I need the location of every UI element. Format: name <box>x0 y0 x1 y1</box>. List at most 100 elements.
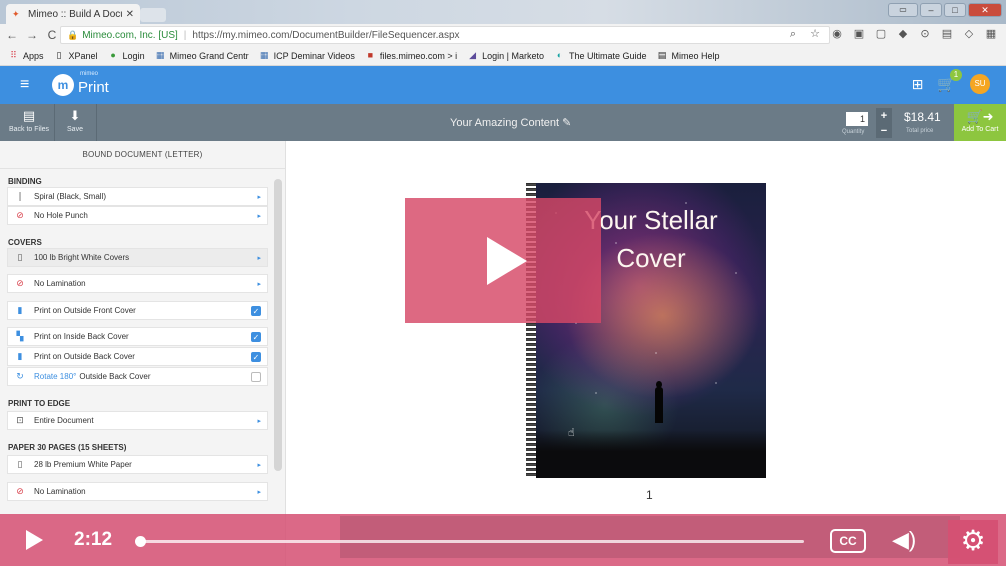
add-to-cart-button[interactable]: 🛒➜ Add To Cart <box>954 104 1006 141</box>
extension-icons: ⌕ ☆ ◉ ▣ ▢ ◆ ⊙ ▤ ◇ ▦ ⋮ <box>786 27 1006 41</box>
total-price-label: Total price <box>906 128 934 134</box>
quantity-input[interactable]: 1 <box>846 112 868 126</box>
cart-icon[interactable]: 🛒 1 <box>937 69 962 93</box>
reload-icon[interactable]: C <box>44 28 60 42</box>
extension-screen-icon[interactable]: ▤ <box>940 27 954 41</box>
chart-bars-icon: ◢ <box>469 50 477 60</box>
closed-captions-button[interactable]: CC <box>830 529 866 553</box>
option-paper-lamination[interactable]: ⊘ No Lamination ▸ <box>7 482 268 501</box>
bookmark-marketo[interactable]: ◢ Login | Marketo <box>467 50 544 61</box>
option-hole-punch[interactable]: ⊘ No Hole Punch ▸ <box>7 206 268 225</box>
video-progress-handle[interactable] <box>135 536 146 547</box>
option-label: Outside Back Cover <box>79 372 151 381</box>
extension-page-icon[interactable]: ▦ <box>984 27 998 41</box>
chevron-right-icon: ▸ <box>257 212 261 220</box>
no-entry-icon: ⊘ <box>16 486 24 496</box>
new-tab-button[interactable] <box>140 8 166 22</box>
chevron-right-icon: ▸ <box>257 280 261 288</box>
panel-scrollbar[interactable] <box>274 179 282 471</box>
option-rotate-back-cover[interactable]: ↻ Rotate 180° Outside Back Cover <box>7 367 268 386</box>
quantity-minus-button[interactable]: − <box>881 125 887 137</box>
back-arrow-icon[interactable]: ← <box>4 28 20 42</box>
help-doc-icon: ▤ <box>657 50 667 60</box>
bookmark-label: Mimeo Help <box>671 50 720 61</box>
close-window-icon[interactable]: ✕ <box>968 3 1002 17</box>
user-avatar[interactable]: SU <box>970 74 990 94</box>
omnibox[interactable]: 🔒 Mimeo.com, Inc. [US] | https://my.mime… <box>60 26 830 44</box>
bookmark-files-mimeo[interactable]: ■ files.mimeo.com > i <box>365 50 458 61</box>
secure-origin: Mimeo.com, Inc. [US] <box>82 29 178 41</box>
bookmark-star-icon[interactable]: ☆ <box>808 27 822 41</box>
spiral-icon: ❘ <box>16 191 24 201</box>
quantity-plus-button[interactable]: + <box>881 110 887 122</box>
pencil-edit-icon[interactable]: ✎ <box>562 117 571 129</box>
bookmark-label: files.mimeo.com > i <box>379 50 458 61</box>
option-label: 100 lb Bright White Covers <box>34 253 130 262</box>
section-paper: PAPER 30 PAGES (15 SHEETS) <box>8 443 127 452</box>
option-cover-lamination[interactable]: ⊘ No Lamination ▸ <box>7 274 268 293</box>
silhouette-body <box>655 387 663 423</box>
save-button[interactable]: ⬇ Save <box>60 108 90 133</box>
mimeo-print-logo[interactable]: m mimeo Print <box>52 71 109 96</box>
save-label: Save <box>67 126 83 133</box>
bookmark-xpanel[interactable]: ▯ XPanel <box>54 50 98 61</box>
option-outside-front-cover[interactable]: ▮ Print on Outside Front Cover ✓ <box>7 301 268 320</box>
maximize-icon[interactable]: □ <box>944 3 966 17</box>
bookmark-mimeo-help[interactable]: ▤ Mimeo Help <box>657 50 720 61</box>
option-spiral-binding[interactable]: ❘ Spiral (Black, Small) ▸ <box>7 187 268 206</box>
extension-box-icon[interactable]: ▢ <box>874 27 888 41</box>
add-to-cart-label: Add To Cart <box>961 126 999 133</box>
bookmark-label: The Ultimate Guide <box>568 50 647 61</box>
hamburger-menu-icon[interactable]: ≡ <box>20 77 29 93</box>
option-print-to-edge[interactable]: ⊡ Entire Document ▸ <box>7 411 268 430</box>
volume-icon[interactable]: ◀) <box>892 526 916 554</box>
bookmark-ultimate-guide[interactable]: ◐ The Ultimate Guide <box>554 50 647 61</box>
apps-grid-icon[interactable]: ⊞ <box>912 76 924 93</box>
browser-tab[interactable]: ✦ Mimeo :: Build A Docume ✕ <box>6 4 140 24</box>
cart-count-badge: 1 <box>950 69 962 81</box>
zoom-icon[interactable]: ⌕ <box>786 27 800 41</box>
section-binding: BINDING <box>8 177 42 186</box>
apps-grid-icon: ⠿ <box>10 50 17 60</box>
option-paper-stock[interactable]: ▯ 28 lb Premium White Paper ▸ <box>7 455 268 474</box>
option-label: Entire Document <box>34 416 94 425</box>
extension-color-icon[interactable]: ◆ <box>896 27 910 41</box>
bookmark-apps[interactable]: ⠿ Apps <box>8 50 43 61</box>
total-price: $18.41 <box>904 110 941 124</box>
minimize-icon[interactable]: – <box>920 3 942 17</box>
option-label: No Lamination <box>34 487 86 496</box>
rotate-icon: ↻ <box>16 371 24 381</box>
document-title[interactable]: Your Amazing Content ✎ <box>450 116 571 129</box>
extension-tag-icon[interactable]: ◇ <box>962 27 976 41</box>
video-progress-track[interactable] <box>140 540 804 543</box>
rotate-checkbox[interactable] <box>251 371 261 382</box>
extension-circle-icon[interactable]: ◉ <box>830 27 844 41</box>
outside-front-checkbox[interactable]: ✓ <box>251 305 261 316</box>
bookmark-icp-deminar[interactable]: ▦ ICP Deminar Videos <box>259 50 355 61</box>
toolbar-divider <box>54 104 55 141</box>
option-cover-stock[interactable]: ▯ 100 lb Bright White Covers ▸ <box>7 248 268 267</box>
window-controls: ▭ – □ ✕ <box>888 3 1002 17</box>
back-to-files-button[interactable]: ▤ Back to Files <box>8 108 50 133</box>
option-label: Spiral (Black, Small) <box>34 192 107 201</box>
close-tab-icon[interactable]: ✕ <box>126 9 134 20</box>
chevron-right-icon: ▸ <box>257 417 261 425</box>
video-control-bar: 2:12 CC ◀) <box>0 514 1006 566</box>
option-outside-back-cover[interactable]: ▮ Print on Outside Back Cover ✓ <box>7 347 268 366</box>
profile-icon[interactable]: ▭ <box>888 3 918 17</box>
chevron-right-icon: ▸ <box>257 461 261 469</box>
extension-target-icon[interactable]: ⊙ <box>918 27 932 41</box>
control-play-icon[interactable] <box>26 530 43 550</box>
forward-arrow-icon[interactable]: → <box>24 28 40 42</box>
settings-gear-icon[interactable]: ⚙ <box>948 520 998 564</box>
video-play-button[interactable] <box>405 198 601 323</box>
option-inside-back-cover[interactable]: ▚ Print on Inside Back Cover ✓ <box>7 327 268 346</box>
document-title-text: Your Amazing Content <box>450 117 560 129</box>
bookmark-login[interactable]: ● Login <box>108 50 144 61</box>
page-icon: ▯ <box>56 50 62 60</box>
bookmark-mimeo-grand-central[interactable]: ▦ Mimeo Grand Centr <box>155 50 249 61</box>
add-cart-icon: 🛒➜ <box>966 109 994 124</box>
extension-square-icon[interactable]: ▣ <box>852 27 866 41</box>
inside-back-checkbox[interactable]: ✓ <box>251 331 261 342</box>
outside-back-checkbox[interactable]: ✓ <box>251 351 261 362</box>
